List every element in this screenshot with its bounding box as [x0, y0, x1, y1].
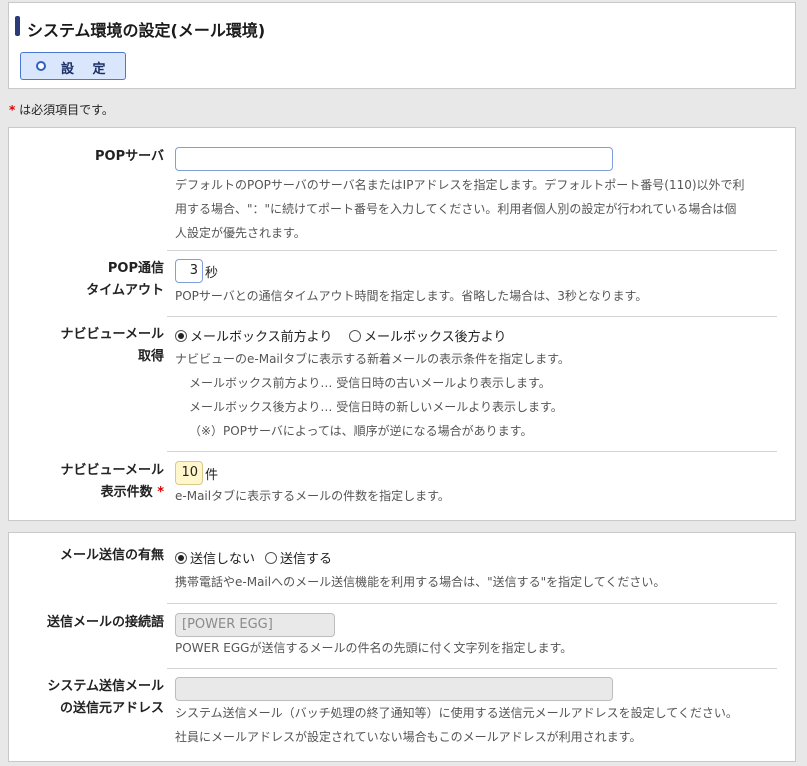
navi-count-input[interactable]: 10	[175, 461, 203, 485]
pop-settings-panel: POPサーバ デフォルトのPOPサーバのサーバ名またはIPアドレスを指定します。…	[8, 127, 796, 521]
system-sender-desc: システム送信メール（バッチ処理の終了通知等）に使用する送信元メールアドレスを設定…	[175, 706, 738, 744]
pop-server-desc: デフォルトのPOPサーバのサーバ名またはIPアドレスを指定します。デフォルトポー…	[175, 178, 745, 240]
required-asterisk: *	[9, 103, 16, 117]
navi-count-label: ナビビューメール 表示件数 *	[60, 463, 164, 500]
pop-timeout-input[interactable]: 3	[175, 259, 203, 283]
required-note: * は必須項目です。	[9, 101, 114, 118]
mail-send-label: メール送信の有無	[59, 548, 164, 563]
radio-send-off[interactable]: 送信しない	[175, 548, 255, 567]
circle-icon	[36, 61, 46, 71]
subject-prefix-input[interactable]: [POWER EGG]	[175, 613, 335, 637]
pop-server-label: POPサーバ	[95, 149, 164, 164]
header-panel: システム環境の設定(メール環境) 設 定	[8, 2, 796, 89]
system-sender-input[interactable]	[175, 677, 613, 701]
navi-count-desc: e-Mailタブに表示するメールの件数を指定します。	[175, 489, 450, 503]
set-button[interactable]: 設 定	[20, 52, 126, 80]
required-note-text: は必須項目です。	[19, 103, 114, 117]
radio-unchecked-icon	[265, 551, 277, 564]
navi-fetch-row: ナビビューメール 取得 メールボックス前方より メールボックス後方より ナビビュ…	[9, 317, 795, 451]
title-accent-bar	[15, 16, 20, 36]
navi-fetch-label: ナビビューメール 取得	[60, 327, 164, 364]
radio-unchecked-icon	[349, 329, 361, 342]
pop-timeout-label: POP通信 タイムアウト	[86, 261, 164, 298]
radio-fetch-back[interactable]: メールボックス後方より	[349, 326, 506, 345]
pop-server-input[interactable]	[175, 147, 613, 171]
subject-prefix-desc: POWER EGGが送信するメールの件名の先頭に付く文字列を指定します。	[175, 641, 573, 655]
navi-fetch-desc: ナビビューのe-Mailタブに表示する新着メールの表示条件を指定します。 メール…	[175, 352, 570, 438]
system-sender-row: システム送信メール の送信元アドレス システム送信メール（バッチ処理の終了通知等…	[9, 669, 795, 761]
navi-count-unit: 件	[205, 468, 219, 483]
radio-send-on[interactable]: 送信する	[265, 548, 332, 567]
subject-prefix-label: 送信メールの接続語	[46, 615, 164, 630]
pop-timeout-row: POP通信 タイムアウト 3 秒 POPサーバとの通信タイムアウト時間を指定しま…	[9, 251, 795, 316]
radio-checked-icon	[175, 551, 187, 564]
mail-send-panel: メール送信の有無 送信しない 送信する 携帯電話やe-Mailへのメール送信機能…	[8, 532, 796, 762]
mail-send-row: メール送信の有無 送信しない 送信する 携帯電話やe-Mailへのメール送信機能…	[9, 533, 795, 603]
set-button-label: 設 定	[61, 62, 113, 77]
pop-server-row: POPサーバ デフォルトのPOPサーバのサーバ名またはIPアドレスを指定します。…	[9, 128, 795, 250]
pop-timeout-unit: 秒	[205, 266, 219, 281]
required-asterisk: *	[157, 485, 164, 500]
system-sender-label: システム送信メール の送信元アドレス	[47, 679, 164, 716]
radio-checked-icon	[175, 329, 187, 342]
mail-send-desc: 携帯電話やe-Mailへのメール送信機能を利用する場合は、"送信する"を指定して…	[175, 575, 666, 589]
page-title: システム環境の設定(メール環境)	[27, 21, 266, 40]
navi-count-row: ナビビューメール 表示件数 * 10 件 e-Mailタブに表示するメールの件数…	[9, 452, 795, 520]
pop-timeout-desc: POPサーバとの通信タイムアウト時間を指定します。省略した場合は、3秒となります…	[175, 289, 648, 303]
radio-fetch-front[interactable]: メールボックス前方より	[175, 326, 332, 345]
subject-prefix-row: 送信メールの接続語 [POWER EGG] POWER EGGが送信するメールの…	[9, 604, 795, 668]
